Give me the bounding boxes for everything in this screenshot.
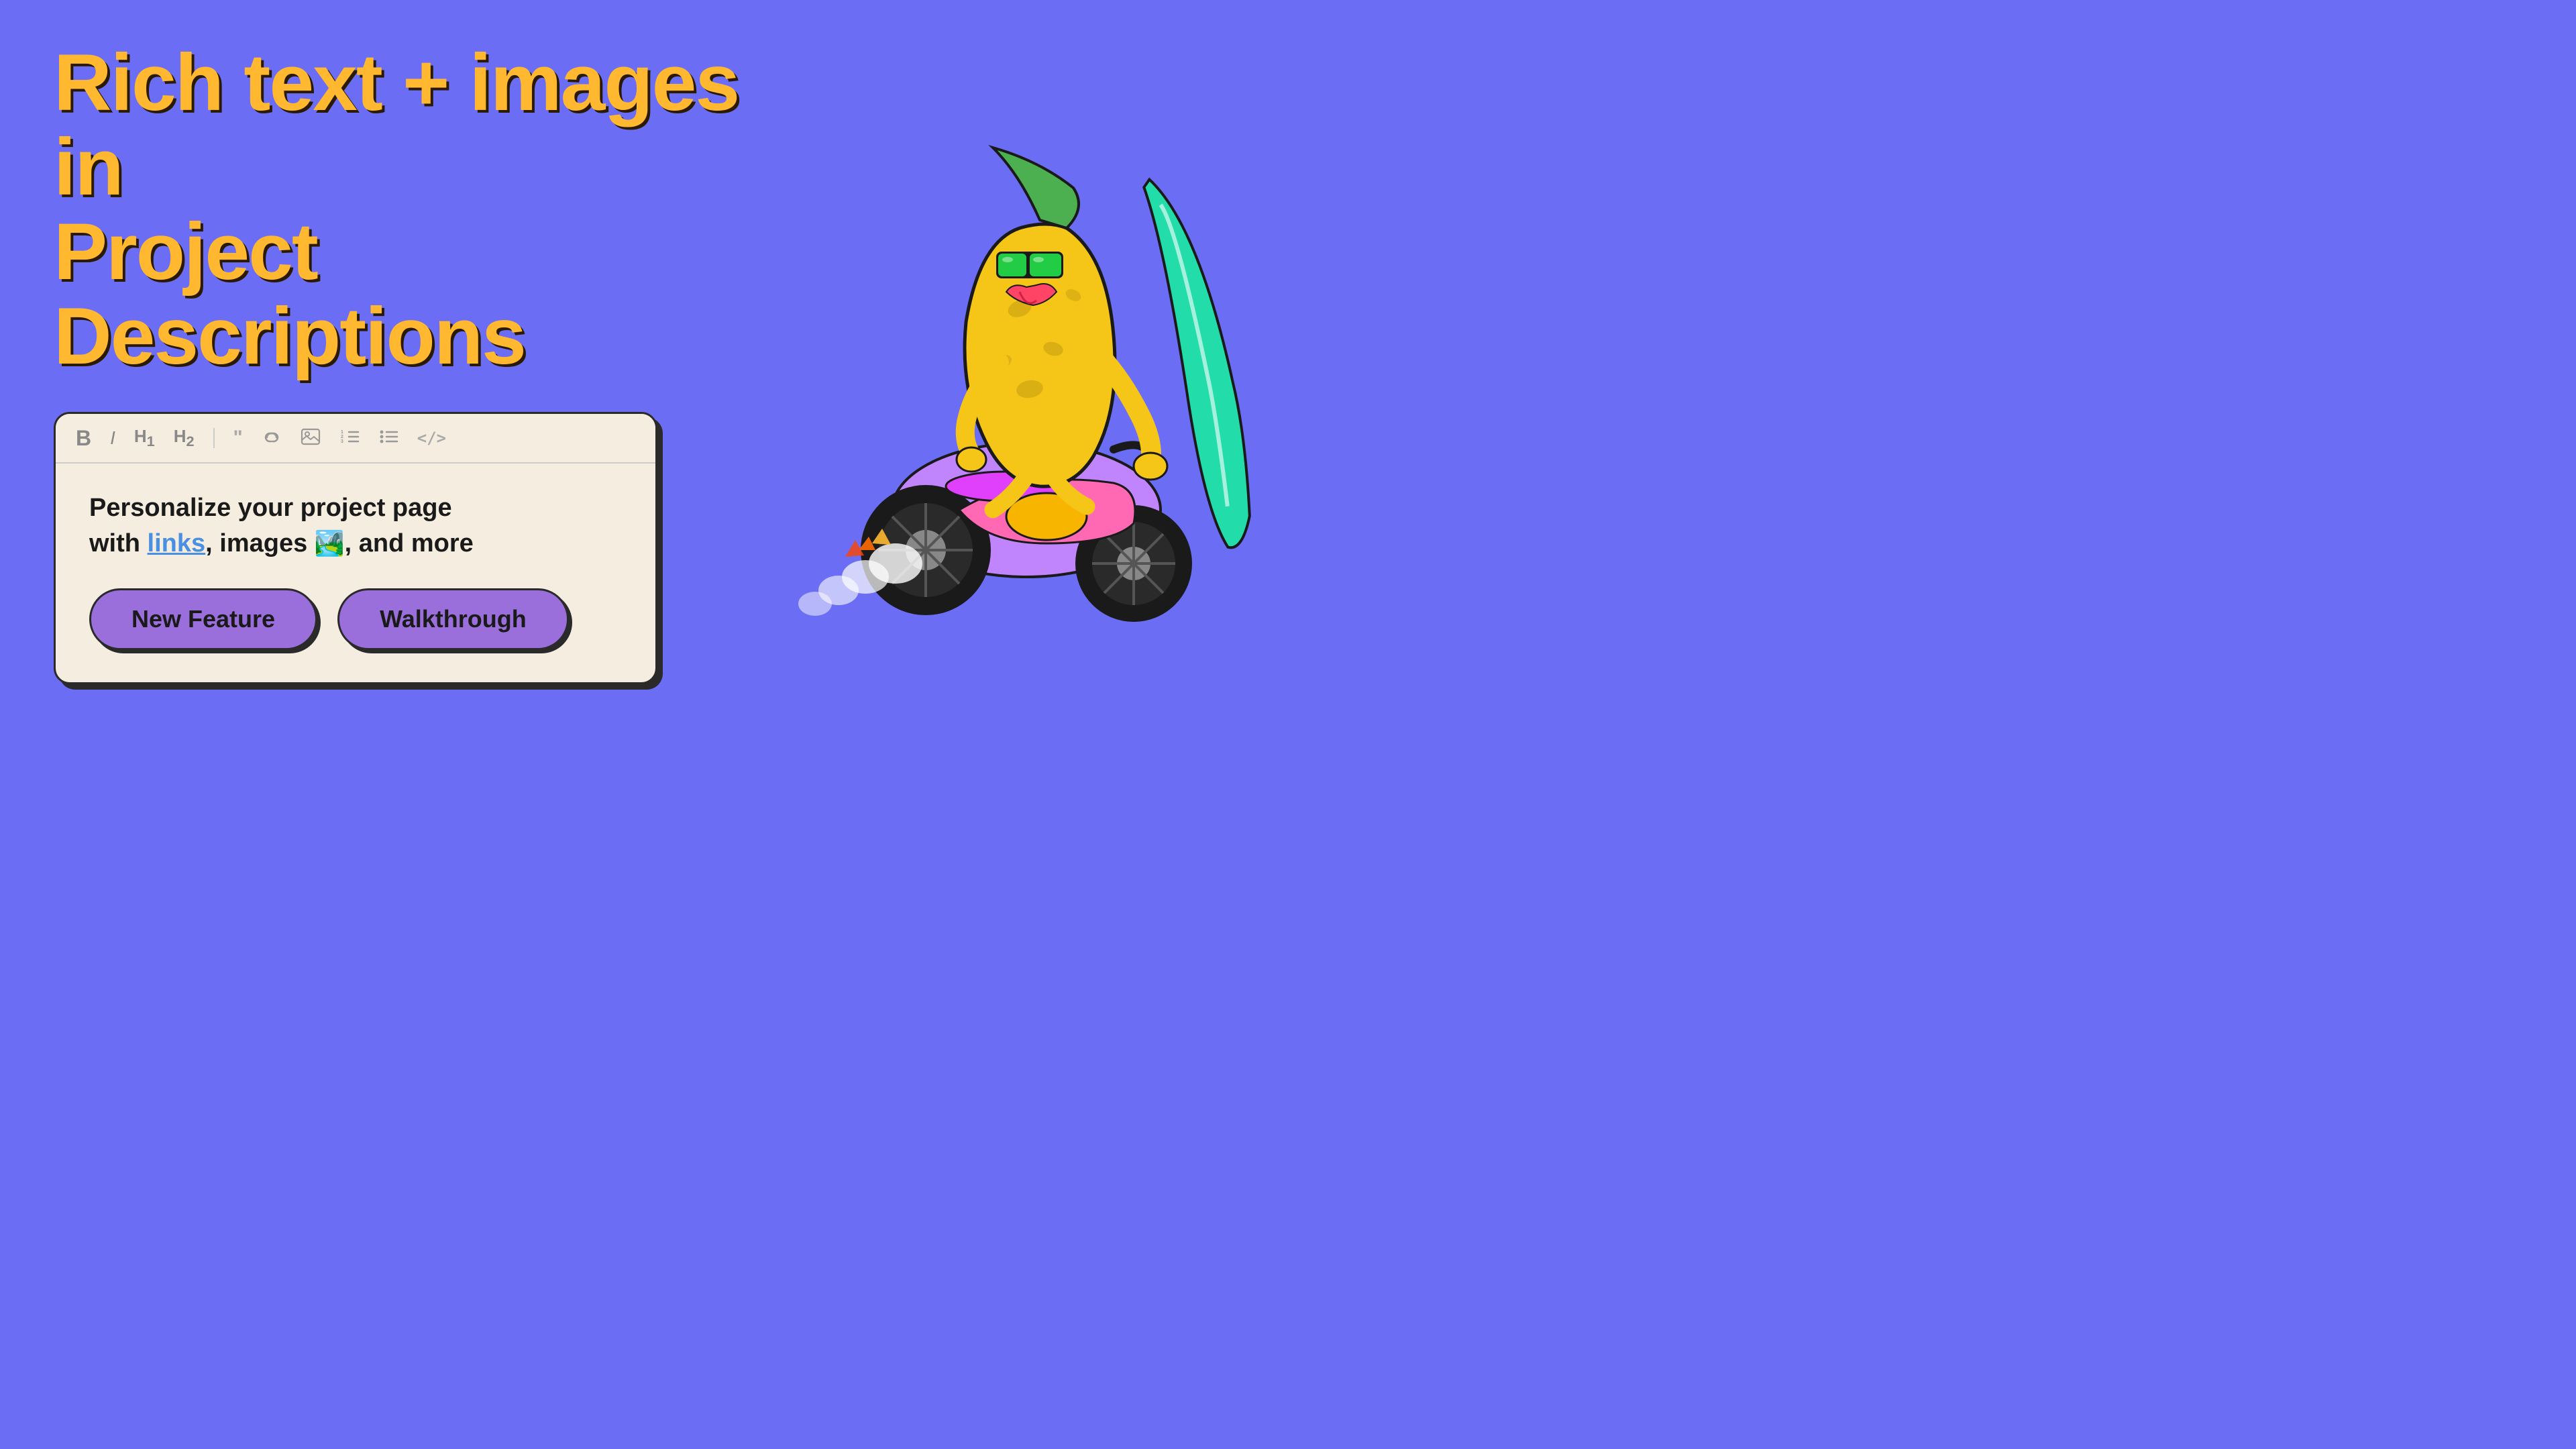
walkthrough-button[interactable]: Walkthrough	[337, 588, 569, 650]
editor-text-with-link: with links, images 🏞️, and more	[89, 529, 474, 557]
editor-text-part2: with	[89, 529, 148, 557]
toolbar-divider1	[213, 428, 215, 448]
editor-content: Personalize your project page with links…	[89, 490, 622, 561]
toolbar-code-icon[interactable]: </>	[417, 430, 446, 446]
toolbar-ul-icon[interactable]	[378, 428, 398, 449]
banana-illustration	[792, 121, 1261, 624]
toolbar-image-icon[interactable]	[301, 428, 321, 449]
editor-body: Personalize your project page with links…	[56, 464, 655, 684]
editor-text-part3: , images	[205, 529, 315, 557]
editor-text-line1: Personalize your project page	[89, 494, 452, 522]
toolbar-h2-icon[interactable]: H2	[174, 427, 195, 449]
toolbar-bold-icon[interactable]: B	[76, 427, 91, 449]
page-headline: Rich text + images in Project Descriptio…	[54, 40, 792, 378]
new-feature-button[interactable]: New Feature	[89, 588, 317, 650]
editor-text-part4: , and more	[345, 529, 474, 557]
page-background: Rich text + images in Project Descriptio…	[0, 0, 1288, 724]
headline-line2: Project Descriptions	[54, 207, 525, 381]
toolbar-ol-icon[interactable]: 1 2 3	[339, 428, 360, 449]
toolbar-link-icon[interactable]	[262, 429, 282, 447]
svg-text:1: 1	[341, 430, 343, 435]
editor-link[interactable]: links	[148, 529, 206, 557]
headline-line1: Rich text + images in	[54, 38, 739, 212]
svg-text:2: 2	[341, 435, 343, 439]
toolbar-italic-icon[interactable]: I	[110, 429, 115, 447]
toolbar-h1-icon[interactable]: H1	[134, 427, 155, 449]
editor-card: B I H1 H2 "	[54, 412, 657, 684]
svg-text:3: 3	[341, 439, 343, 444]
editor-toolbar: B I H1 H2 "	[56, 414, 655, 464]
editor-image-emoji: 🏞️	[315, 529, 345, 557]
editor-buttons-row: New Feature Walkthrough	[89, 588, 622, 650]
toolbar-quote-icon[interactable]: "	[233, 428, 243, 448]
